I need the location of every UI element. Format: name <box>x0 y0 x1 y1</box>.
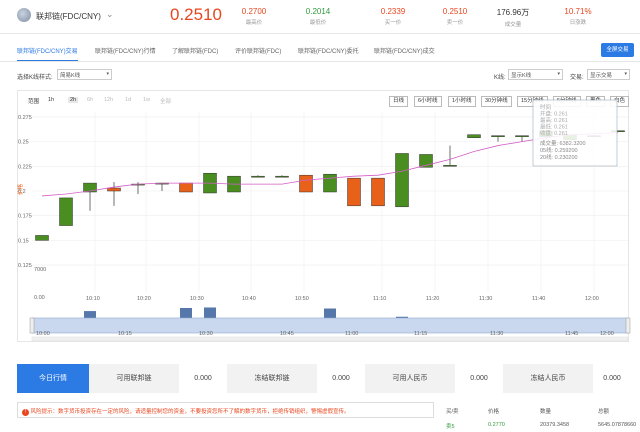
navigator-tick-label: 10:00 <box>36 331 50 337</box>
bottom-tab-0[interactable]: 今日行情 <box>17 364 89 393</box>
y-tick-label: 0.275 <box>18 115 32 121</box>
candle-body <box>515 135 529 137</box>
navigator-handle <box>29 317 35 334</box>
orderbook-header: 总额 <box>598 409 610 415</box>
x-tick-label: 10:10 <box>86 296 100 302</box>
orderbook-header: 价格 <box>488 409 500 415</box>
x-tick-label: 10:20 <box>137 296 151 302</box>
volume-tick-label: 7000 <box>34 267 46 273</box>
candle-body <box>299 174 313 193</box>
y-axis-label: 价格 <box>16 183 24 195</box>
bottom-tab-3[interactable]: 冻结联邦链 <box>227 364 317 393</box>
bottom-tab-2[interactable]: 0.000 <box>179 364 227 393</box>
y-tick-label: 0.25 <box>18 140 29 146</box>
navigator-handle <box>625 317 631 334</box>
orderbook-header: 买/卖 <box>446 409 459 415</box>
x-tick-label: 10:40 <box>242 296 256 302</box>
bottom-tab-5[interactable]: 可用人民币 <box>365 364 455 393</box>
x-tick-label: 10:30 <box>190 296 204 302</box>
navigator-tick-label: 11:15 <box>414 331 427 337</box>
candle-body <box>443 165 457 167</box>
orderbook-cell: 卖5 <box>446 424 455 430</box>
navigator-tick-label: 11:00 <box>345 331 358 337</box>
x-tick-label: 11:20 <box>426 296 439 302</box>
navigator-tick-label: 10:15 <box>118 331 132 337</box>
x-tick-label: 11:30 <box>479 296 492 302</box>
tooltip-ma5: 05线: 0.259200 <box>540 146 578 154</box>
x-tick-label: 10:50 <box>295 296 309 302</box>
scrollbar-track <box>31 336 629 342</box>
candle-body <box>371 177 385 207</box>
risk-notice: ! 风险提示：数字货币投资存在一定的风险，请适量控制您的资金，不要投资您所不了解… <box>17 402 434 418</box>
kline-chart[interactable]: 0.2750.250.2250.20.1750.150.125价格10:10 10… <box>0 0 640 345</box>
bottom-tab-4[interactable]: 0.000 <box>317 364 365 393</box>
bottom-tab-1[interactable]: 可用联邦链 <box>89 364 179 393</box>
candle-body <box>275 175 289 178</box>
candle-body <box>347 177 361 207</box>
y-tick-label: 0.125 <box>18 263 32 269</box>
bottom-tab-6[interactable]: 0.000 <box>455 364 503 393</box>
orderbook-cell: 20379.3458 <box>540 422 570 428</box>
y-tick-label: 0.175 <box>18 214 32 220</box>
tooltip-row: 最低: 0.261 <box>540 123 568 131</box>
bottom-tab-7[interactable]: 冻结人民币 <box>503 364 593 393</box>
candle-body <box>35 235 49 241</box>
orderbook-header: 数量 <box>540 409 552 415</box>
navigator-tick-label: 11:30 <box>490 331 503 337</box>
navigator-tick-label: 11:45 <box>565 331 578 337</box>
candle-body <box>491 135 505 137</box>
orderbook: 买/卖 价格 数量 总额 卖5 0.2770 20379.3458 5645.0787866… <box>440 402 636 430</box>
candle-body <box>59 197 73 226</box>
tooltip-volume: 成交量: 6382.3200 <box>540 139 586 147</box>
tooltip-ma20: 20线: 0.230200 <box>540 153 578 161</box>
bottom-tab-8[interactable]: 0.000 <box>593 364 631 393</box>
orderbook-cell: 0.2770 <box>488 422 505 428</box>
navigator-tick-label: 12:00 <box>600 331 614 337</box>
x-tick-label: 11:10 <box>373 296 386 302</box>
tooltip-row: 收盘: 0.261 <box>540 129 568 137</box>
tooltip-row: 最高: 0.261 <box>540 116 568 124</box>
risk-notice-text: 风险提示：数字货币投资存在一定的风险，请适量控制您的资金，不要投资您所不了解的数… <box>30 409 350 415</box>
navigator-tick-label: 10:30 <box>199 331 213 337</box>
warning-icon: ! <box>22 409 29 416</box>
candle-body <box>395 153 409 208</box>
volume-tick-label: 0.00 <box>34 295 45 301</box>
candle-body <box>323 173 337 193</box>
candle-body <box>467 134 481 138</box>
candle-body <box>179 182 193 193</box>
x-tick-label: 11:40 <box>532 296 545 302</box>
y-tick-label: 0.15 <box>18 238 29 244</box>
navigator-tick-label: 10:45 <box>280 331 294 337</box>
tooltip-row: 时间 <box>540 103 551 111</box>
tooltip-row: 开盘: 0.261 <box>540 110 568 118</box>
orderbook-cell: 5645.07878660 <box>598 422 637 428</box>
y-tick-label: 0.225 <box>18 164 32 170</box>
x-tick-label: 12:00 <box>585 296 599 302</box>
candle-body <box>107 187 121 192</box>
candle-body <box>251 175 265 178</box>
